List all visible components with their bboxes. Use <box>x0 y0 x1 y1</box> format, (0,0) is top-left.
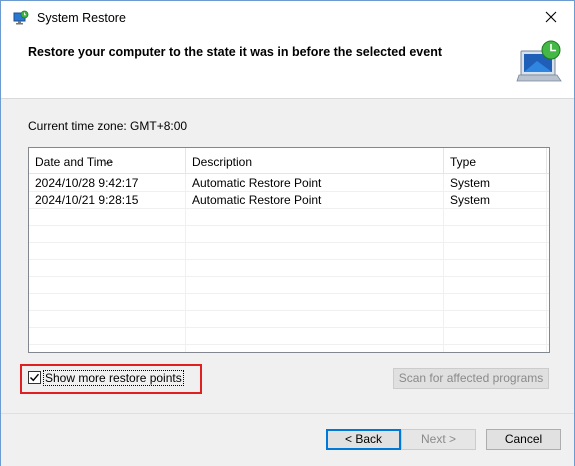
table-row[interactable]: 2024/10/28 9:42:17 Automatic Restore Poi… <box>29 175 549 192</box>
row-date: 2024/10/28 9:42:17 <box>35 176 139 190</box>
empty-row <box>29 243 549 260</box>
scan-affected-programs-button[interactable]: Scan for affected programs <box>393 368 549 389</box>
system-restore-monitor-icon <box>515 39 565 85</box>
row-type: System <box>450 193 491 207</box>
system-restore-window: System Restore Restore your computer to … <box>0 0 575 466</box>
page-title: Restore your computer to the state it wa… <box>28 45 442 59</box>
window-title: System Restore <box>37 11 126 25</box>
cancel-button[interactable]: Cancel <box>486 429 561 450</box>
table-row[interactable]: 2024/10/21 9:28:15 Automatic Restore Poi… <box>29 192 549 209</box>
checkmark-icon <box>30 373 40 382</box>
empty-row <box>29 328 549 345</box>
restore-points-table[interactable]: Date and Time Description Type 2024/10/2… <box>28 147 550 353</box>
empty-row <box>29 260 549 277</box>
table-header: Date and Time Description Type <box>29 148 549 174</box>
empty-row <box>29 226 549 243</box>
empty-row <box>29 277 549 294</box>
next-button[interactable]: Next > <box>401 429 476 450</box>
row-description: Automatic Restore Point <box>192 193 322 207</box>
title-bar: System Restore <box>1 1 574 33</box>
row-type: System <box>450 176 491 190</box>
close-button[interactable] <box>528 1 574 33</box>
column-date-label: Date and Time <box>35 155 114 169</box>
timezone-label: Current time zone: GMT+8:00 <box>28 119 188 133</box>
empty-row <box>29 209 549 226</box>
column-description[interactable]: Description <box>186 148 444 174</box>
show-more-checkbox[interactable] <box>28 371 41 384</box>
empty-row <box>29 294 549 311</box>
column-type-label: Type <box>450 155 477 169</box>
column-description-label: Description <box>192 155 253 169</box>
show-more-label[interactable]: Show more restore points <box>43 370 184 386</box>
header-banner: Restore your computer to the state it wa… <box>1 33 574 99</box>
system-restore-icon <box>13 10 29 26</box>
column-type[interactable]: Type <box>444 148 547 174</box>
empty-row <box>29 311 549 328</box>
back-button[interactable]: < Back <box>326 429 401 450</box>
sort-down-icon <box>103 148 112 175</box>
close-icon <box>545 11 557 23</box>
row-date: 2024/10/21 9:28:15 <box>35 193 139 207</box>
row-description: Automatic Restore Point <box>192 176 322 190</box>
column-date-and-time[interactable]: Date and Time <box>29 148 186 174</box>
